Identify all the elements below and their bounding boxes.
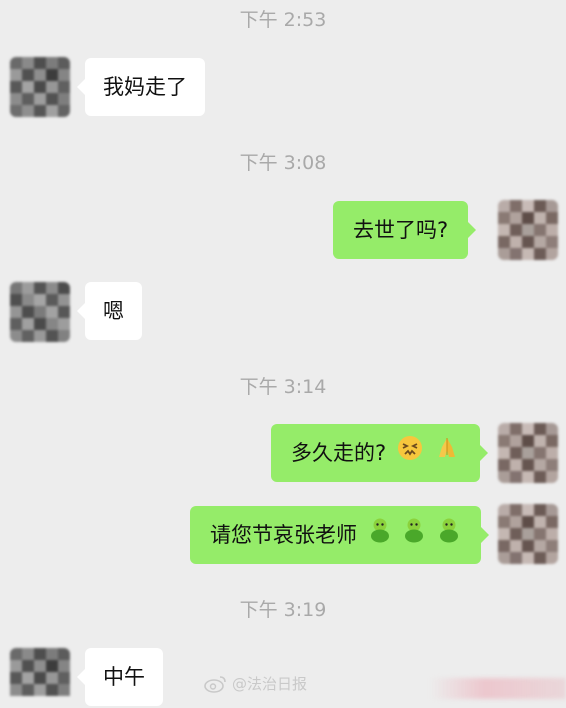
timestamp: 下午 3:08 xyxy=(239,152,327,174)
folded-hands-icon xyxy=(434,425,460,483)
chat-area: 下午 2:53 我妈走了 下午 3:08 去世了吗? 嗯 下午 3:14 多久走… xyxy=(0,0,566,706)
message-bubble-incoming[interactable]: 嗯 xyxy=(77,282,142,340)
message-bubble-incoming[interactable]: 中午 xyxy=(77,648,163,706)
message-bubble-outgoing[interactable]: 去世了吗? xyxy=(333,201,477,259)
my-avatar[interactable] xyxy=(498,423,558,483)
message-bubble-outgoing[interactable]: 多久走的? xyxy=(271,424,488,483)
contact-avatar[interactable] xyxy=(10,57,70,117)
message-text: 我妈走了 xyxy=(103,75,187,99)
message-bubble-incoming[interactable]: 我妈走了 xyxy=(77,58,205,116)
message-text: 去世了吗? xyxy=(353,218,449,242)
green-figure-icon xyxy=(368,507,392,565)
my-avatar[interactable] xyxy=(498,504,558,564)
message-text: 嗯 xyxy=(103,299,124,323)
green-figure-icon xyxy=(402,507,426,565)
watermark-text: @法治日报 xyxy=(232,675,308,693)
my-avatar[interactable] xyxy=(498,200,558,260)
message-text: 请您节哀张老师 xyxy=(210,523,357,547)
timestamp: 下午 3:14 xyxy=(239,376,327,398)
green-figure-icon xyxy=(437,507,461,565)
blurred-overlay xyxy=(430,678,566,699)
confounded-face-icon xyxy=(397,425,423,483)
message-bubble-outgoing[interactable]: 请您节哀张老师 xyxy=(190,506,490,565)
contact-avatar[interactable] xyxy=(10,648,70,708)
contact-avatar[interactable] xyxy=(10,282,70,342)
message-text: 中午 xyxy=(103,665,145,689)
timestamp: 下午 3:19 xyxy=(239,599,327,621)
message-text: 多久走的? xyxy=(291,441,387,465)
timestamp: 下午 2:53 xyxy=(239,9,327,31)
weibo-logo-icon xyxy=(204,674,228,698)
